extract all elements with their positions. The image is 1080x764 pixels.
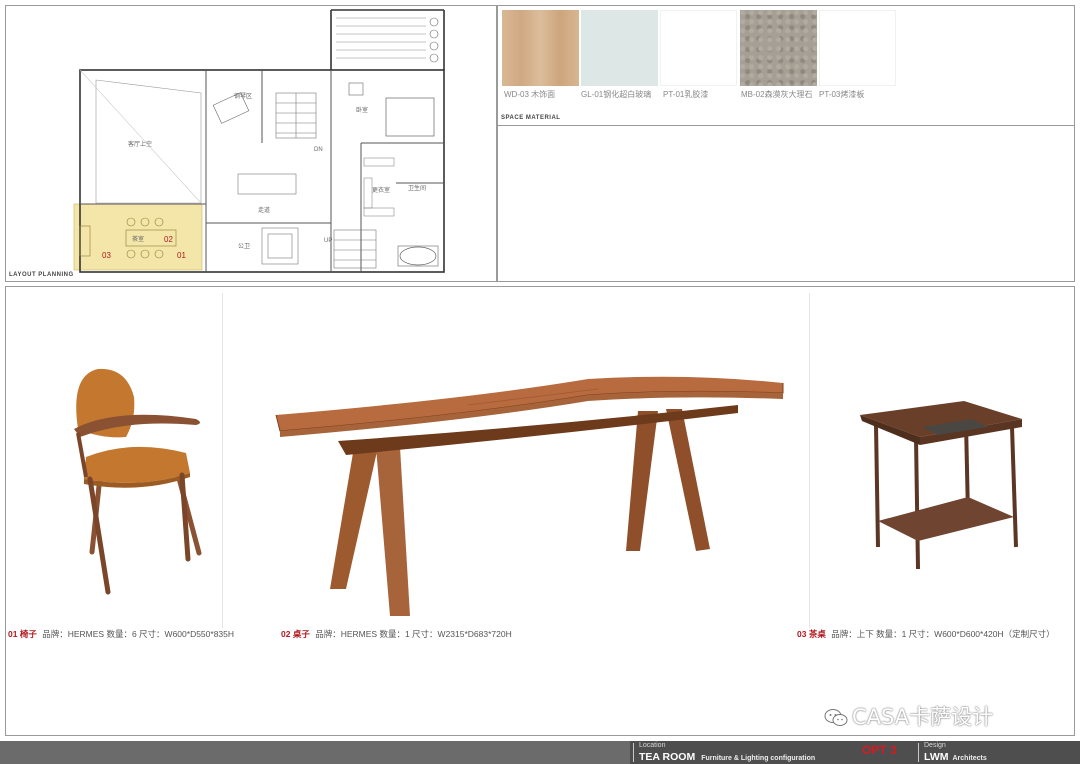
plan-number-02: 02 <box>164 235 173 244</box>
table-spec: 品牌：HERMES 数量：1 尺寸：W2315*D683*720H <box>315 629 512 639</box>
glass-swatch <box>581 10 658 86</box>
room-bath-label: 卫生间 <box>408 184 426 192</box>
table-number: 02 <box>281 629 291 639</box>
tea-table-caption: 03 茶桌 品牌：上下 数量：1 尺寸：W600*D600*420H（定制尺寸） <box>797 628 1055 640</box>
footer-location: TEA ROOM Furniture & Lighting configurati… <box>639 751 815 763</box>
footer-design-label: Design <box>924 742 946 749</box>
tea-table-image <box>860 401 1022 570</box>
footer-separator <box>918 743 919 762</box>
room-powder-label: 公卫 <box>238 243 250 250</box>
plan-number-03: 03 <box>102 251 111 260</box>
stair-up-label: UP <box>324 238 332 244</box>
furniture-divider <box>222 293 223 628</box>
footer-bar: Location TEA ROOM Furniture & Lighting co… <box>0 741 1080 764</box>
wood-veneer-swatch <box>502 10 579 86</box>
chair-spec: 品牌：HERMES 数量：6 尺寸：W600*D550*835H <box>42 629 235 639</box>
plan-number-01: 01 <box>177 251 186 260</box>
watermark-text: CASA卡萨设计 <box>852 705 994 729</box>
footer-location-value: TEA ROOM <box>639 751 696 763</box>
chair-number: 01 <box>8 629 18 639</box>
footer-location-label: Location <box>639 742 666 749</box>
footer-design-sub: Architects <box>952 755 987 762</box>
material-label-gl01: GL-01钢化超白玻璃 <box>581 90 652 99</box>
marble-swatch <box>740 10 817 86</box>
stair-dn-label: DN <box>314 147 323 153</box>
furniture-panel: 01 椅子 品牌：HERMES 数量：6 尺寸：W600*D550*835H 0… <box>5 286 1075 736</box>
material-label-wd03: WD-03 木饰面 <box>504 90 556 99</box>
tea-table-name: 茶桌 <box>808 629 826 639</box>
material-label-pt01: PT-01乳胶漆 <box>663 90 709 99</box>
room-piano-label: 钢琴区 <box>234 92 252 100</box>
room-tea-label: 茶室 <box>132 235 144 243</box>
footer-design-value: LWM <box>924 751 949 763</box>
floor-plan-drawing: 客厅上空 钢琴区 卧室 走道 DN UP 更衣室 卫生间 茶室 公卫 02 01… <box>73 9 445 273</box>
tea-table-spec: 品牌：上下 数量：1 尺寸：W600*D600*420H（定制尺寸） <box>831 629 1055 639</box>
chair-caption: 01 椅子 品牌：HERMES 数量：6 尺寸：W600*D550*835H <box>8 628 234 640</box>
space-material-label: SPACE MATERIAL <box>501 115 561 121</box>
tea-table-number: 03 <box>797 629 807 639</box>
room-corridor-label: 走道 <box>258 206 270 214</box>
material-label-pt03: PT-03烤漆板 <box>819 90 865 99</box>
latex-paint-swatch <box>660 10 737 86</box>
material-label-mb02: MB-02森漠灰大理石 <box>741 90 813 99</box>
option-label: OPT 3 <box>862 743 897 757</box>
layout-planning-label: LAYOUT PLANNING <box>9 272 74 278</box>
chair-name: 椅子 <box>19 629 37 639</box>
footer-subtitle: Furniture & Lighting configuration <box>701 755 816 762</box>
hermes-table-image <box>275 376 784 616</box>
lacquer-panel-swatch <box>819 10 896 86</box>
furniture-divider <box>809 293 810 628</box>
material-divider <box>498 125 1074 126</box>
room-living-label: 客厅上空 <box>128 140 152 148</box>
wechat-icon <box>824 709 848 726</box>
table-name: 桌子 <box>292 629 310 639</box>
space-material-panel: WD-03 木饰面 GL-01钢化超白玻璃 PT-01乳胶漆 MB-02森漠灰大… <box>497 5 1075 282</box>
casa-watermark: CASA卡萨设计 <box>824 701 993 731</box>
table-caption: 02 桌子 品牌：HERMES 数量：1 尺寸：W2315*D683*720H <box>281 628 512 640</box>
room-bedroom-label: 卧室 <box>356 106 368 114</box>
hermes-chair-image <box>74 368 202 595</box>
footer-separator <box>633 743 634 762</box>
room-cloak-label: 更衣室 <box>372 186 390 194</box>
layout-planning-panel: 客厅上空 钢琴区 卧室 走道 DN UP 更衣室 卫生间 茶室 公卫 02 01… <box>5 5 497 282</box>
footer-design: LWM Architects <box>924 751 987 763</box>
